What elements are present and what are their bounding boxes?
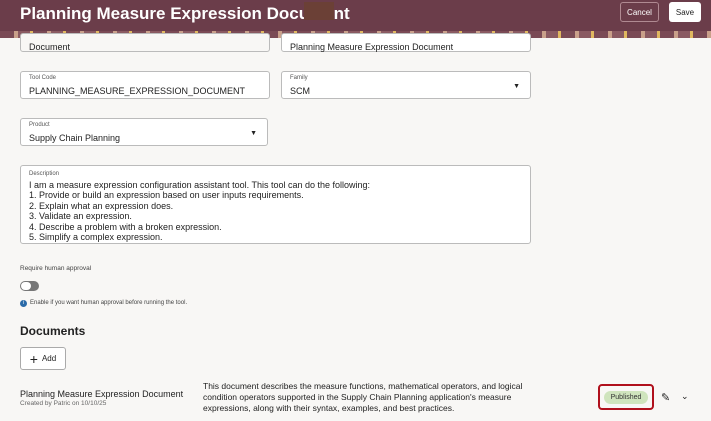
redaction-block [304,2,334,20]
document-created: Created by Patric on 10/10/25 [20,400,107,407]
dropdown-arrow-icon: ▼ [513,83,520,90]
family-select[interactable]: Family SCM ▼ [281,71,531,99]
plus-icon: + [29,350,38,367]
document-name: Planning Measure Expression Document [20,389,184,399]
document-description: This document describes the measure func… [203,381,523,413]
tool-code-field[interactable]: Tool Code PLANNING_MEASURE_EXPRESSION_DOC… [20,71,270,99]
type-field[interactable]: Document [20,33,270,52]
cancel-button[interactable]: Cancel [620,2,659,22]
approval-help: Enable if you want human approval before… [30,300,188,306]
info-icon: i [20,300,27,307]
documents-heading: Documents [20,324,86,338]
description-textarea[interactable]: Description I am a measure expression co… [20,165,531,244]
chevron-down-icon[interactable]: ⌄ [681,391,689,402]
edit-pencil-icon[interactable]: ✎ [661,391,670,404]
page-title: Planning Measure Expression Document [20,4,350,23]
save-button[interactable]: Save [669,2,701,22]
name-field[interactable]: Planning Measure Expression Document [281,33,531,52]
product-select[interactable]: Product Supply Chain Planning ▼ [20,118,268,146]
approval-label: Require human approval [20,265,92,272]
approval-toggle[interactable] [20,281,39,291]
add-document-button[interactable]: + Add [20,347,66,370]
status-badge: Published [604,391,648,404]
dropdown-arrow-icon: ▼ [250,130,257,137]
